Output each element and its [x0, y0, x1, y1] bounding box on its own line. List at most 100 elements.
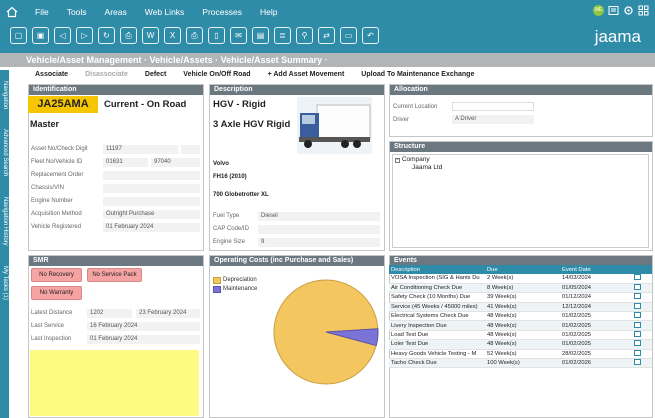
calendar-icon[interactable]	[634, 293, 641, 300]
driver-field[interactable]: A Driver	[452, 115, 534, 124]
last-service-field[interactable]: 16 February 2024	[87, 322, 200, 331]
calendar-icon[interactable]	[634, 340, 641, 347]
undo-icon[interactable]: ↶	[362, 27, 379, 44]
table-row[interactable]: Tacho Check Due 100 Week(s) 01/02/2026	[389, 358, 652, 369]
calendar-icon-cell[interactable]	[632, 302, 652, 313]
email-icon[interactable]: ✉	[230, 27, 247, 44]
calendar-icon-cell[interactable]	[632, 349, 652, 360]
event-description: Safety Check (10 Months) Due	[389, 292, 485, 303]
asset-number-field[interactable]: 11197	[103, 145, 178, 154]
calendar-icon-cell[interactable]	[632, 339, 652, 350]
menu-web-links[interactable]: Web Links	[145, 7, 185, 17]
exchange-icon[interactable]: ⇄	[318, 27, 335, 44]
acquisition-method-field[interactable]: Outright Purchase	[103, 210, 200, 219]
vehicle-registered-field[interactable]: 01 February 2024	[103, 223, 200, 232]
back-icon[interactable]: ◁	[54, 27, 71, 44]
vehicle-variant: 700 Globetrotter XL	[213, 192, 269, 198]
table-row[interactable]: Livery Inspection Due 48 Week(s) 01/02/202…	[389, 320, 652, 331]
grid-icon[interactable]	[638, 5, 649, 16]
mobile-icon[interactable]: ▯	[208, 27, 225, 44]
calendar-icon[interactable]	[634, 274, 641, 281]
calendar-icon-cell[interactable]	[632, 330, 652, 341]
on-off-road-button[interactable]: Vehicle On/Off Road	[183, 71, 250, 78]
excel-icon[interactable]: X	[164, 27, 181, 44]
new-icon[interactable]: ▢	[10, 27, 27, 44]
calendar-icon[interactable]	[634, 312, 641, 319]
table-row[interactable]: Electrical Systems Check Due 48 Week(s) 01…	[389, 311, 652, 322]
calendar-icon[interactable]	[634, 359, 641, 366]
fuel-type-field[interactable]: Diesel	[258, 212, 380, 221]
tree-child-label[interactable]: Jaama Ltd	[412, 164, 442, 171]
menu-areas[interactable]: Areas	[105, 7, 127, 17]
table-row[interactable]: Load Test Due 48 Week(s) 01/02/2025	[389, 330, 652, 341]
engine-size-field[interactable]: 9	[258, 238, 380, 247]
collapse-icon[interactable]: -	[395, 158, 400, 163]
calendar-icon[interactable]	[634, 284, 641, 291]
calendar-icon-cell[interactable]	[632, 283, 652, 294]
calendar-icon[interactable]	[634, 302, 641, 309]
upload-maintenance-button[interactable]: Upload To Maintenance Exchange	[361, 71, 474, 78]
defect-button[interactable]: Defect	[145, 71, 166, 78]
smr-notes-area[interactable]	[30, 350, 199, 416]
calendar-icon[interactable]	[634, 331, 641, 338]
current-location-field[interactable]	[452, 102, 534, 111]
tab-advanced-search[interactable]: Advanced Search	[0, 122, 9, 184]
check-digit-field[interactable]	[181, 145, 200, 154]
engine-number-field[interactable]	[103, 197, 200, 206]
latest-distance-date-field[interactable]: 23 February 2024	[136, 309, 200, 318]
tab-navigation[interactable]: Navigation	[0, 72, 9, 118]
tab-my-tasks[interactable]: My Tasks (1)	[0, 258, 9, 308]
no-recovery-badge[interactable]: No Recovery	[31, 268, 82, 282]
table-row[interactable]: Heavy Goods Vehicle Testing - M 52 Week(s…	[389, 349, 652, 360]
calendar-icon[interactable]	[634, 349, 641, 356]
table-row[interactable]: Loler Test Due 48 Week(s) 01/02/2025	[389, 339, 652, 350]
column-due[interactable]: Due	[485, 265, 560, 274]
menu-processes[interactable]: Processes	[202, 7, 242, 17]
tree-root-label[interactable]: Company	[402, 156, 430, 163]
notes-icon[interactable]	[608, 5, 619, 16]
cap-code-field[interactable]	[258, 225, 380, 234]
calendar-icon[interactable]	[634, 321, 641, 328]
forward-icon[interactable]: ▷	[76, 27, 93, 44]
menu-tools[interactable]: Tools	[67, 7, 87, 17]
user-avatar[interactable]: ME	[593, 5, 604, 16]
event-due: 8 Week(s)	[485, 283, 560, 294]
calendar-icon-cell[interactable]	[632, 292, 652, 303]
notes-toolbar-icon[interactable]: ▭	[340, 27, 357, 44]
no-service-pack-badge[interactable]: No Service Pack	[87, 268, 142, 282]
image-icon[interactable]: ▤	[252, 27, 269, 44]
gear-icon[interactable]	[623, 5, 634, 16]
replacement-order-field[interactable]	[103, 171, 200, 180]
table-row[interactable]: VOSA Inspection (SIG & Hants Du 2 Week(s)…	[389, 274, 652, 284]
latest-distance-field[interactable]: 1202	[87, 309, 132, 318]
refresh-icon[interactable]: ↻	[98, 27, 115, 44]
column-event-date[interactable]: Event Date	[560, 265, 632, 274]
last-inspection-field[interactable]: 01 February 2024	[87, 335, 200, 344]
table-row[interactable]: Safety Check (10 Months) Due 39 Week(s) 01…	[389, 292, 652, 303]
fleet-number-field[interactable]: 01631	[103, 158, 148, 167]
word-icon[interactable]: W	[142, 27, 159, 44]
event-description: Heavy Goods Vehicle Testing - M	[389, 349, 485, 360]
search-icon[interactable]: ⚲	[296, 27, 313, 44]
column-description[interactable]: Description	[389, 265, 485, 274]
chassis-vin-field[interactable]	[103, 184, 200, 193]
print-icon[interactable]: ⎙	[120, 27, 137, 44]
document-icon[interactable]: ≣	[274, 27, 291, 44]
table-row[interactable]: Air Conditioning Check Due 8 Week(s) 01/05…	[389, 283, 652, 294]
calendar-icon-cell[interactable]	[632, 358, 652, 369]
home-icon[interactable]	[0, 0, 24, 24]
description-title: Description	[210, 85, 384, 95]
no-warranty-badge[interactable]: No Warranty	[31, 286, 82, 300]
calendar-icon-cell[interactable]	[632, 320, 652, 331]
calendar-icon-cell[interactable]	[632, 274, 652, 284]
menu-help[interactable]: Help	[260, 7, 277, 17]
table-row[interactable]: Service (45 Weeks / 45000 miles) 41 Week(…	[389, 302, 652, 313]
save-icon[interactable]: ▣	[32, 27, 49, 44]
menu-file[interactable]: File	[35, 7, 49, 17]
vehicle-id-field[interactable]: 97040	[151, 158, 200, 167]
associate-button[interactable]: Associate	[35, 71, 68, 78]
tab-navigation-history[interactable]: Navigation History	[0, 188, 9, 254]
add-asset-movement-button[interactable]: + Add Asset Movement	[268, 71, 345, 78]
printer-icon[interactable]: ⎙	[186, 27, 203, 44]
calendar-icon-cell[interactable]	[632, 311, 652, 322]
